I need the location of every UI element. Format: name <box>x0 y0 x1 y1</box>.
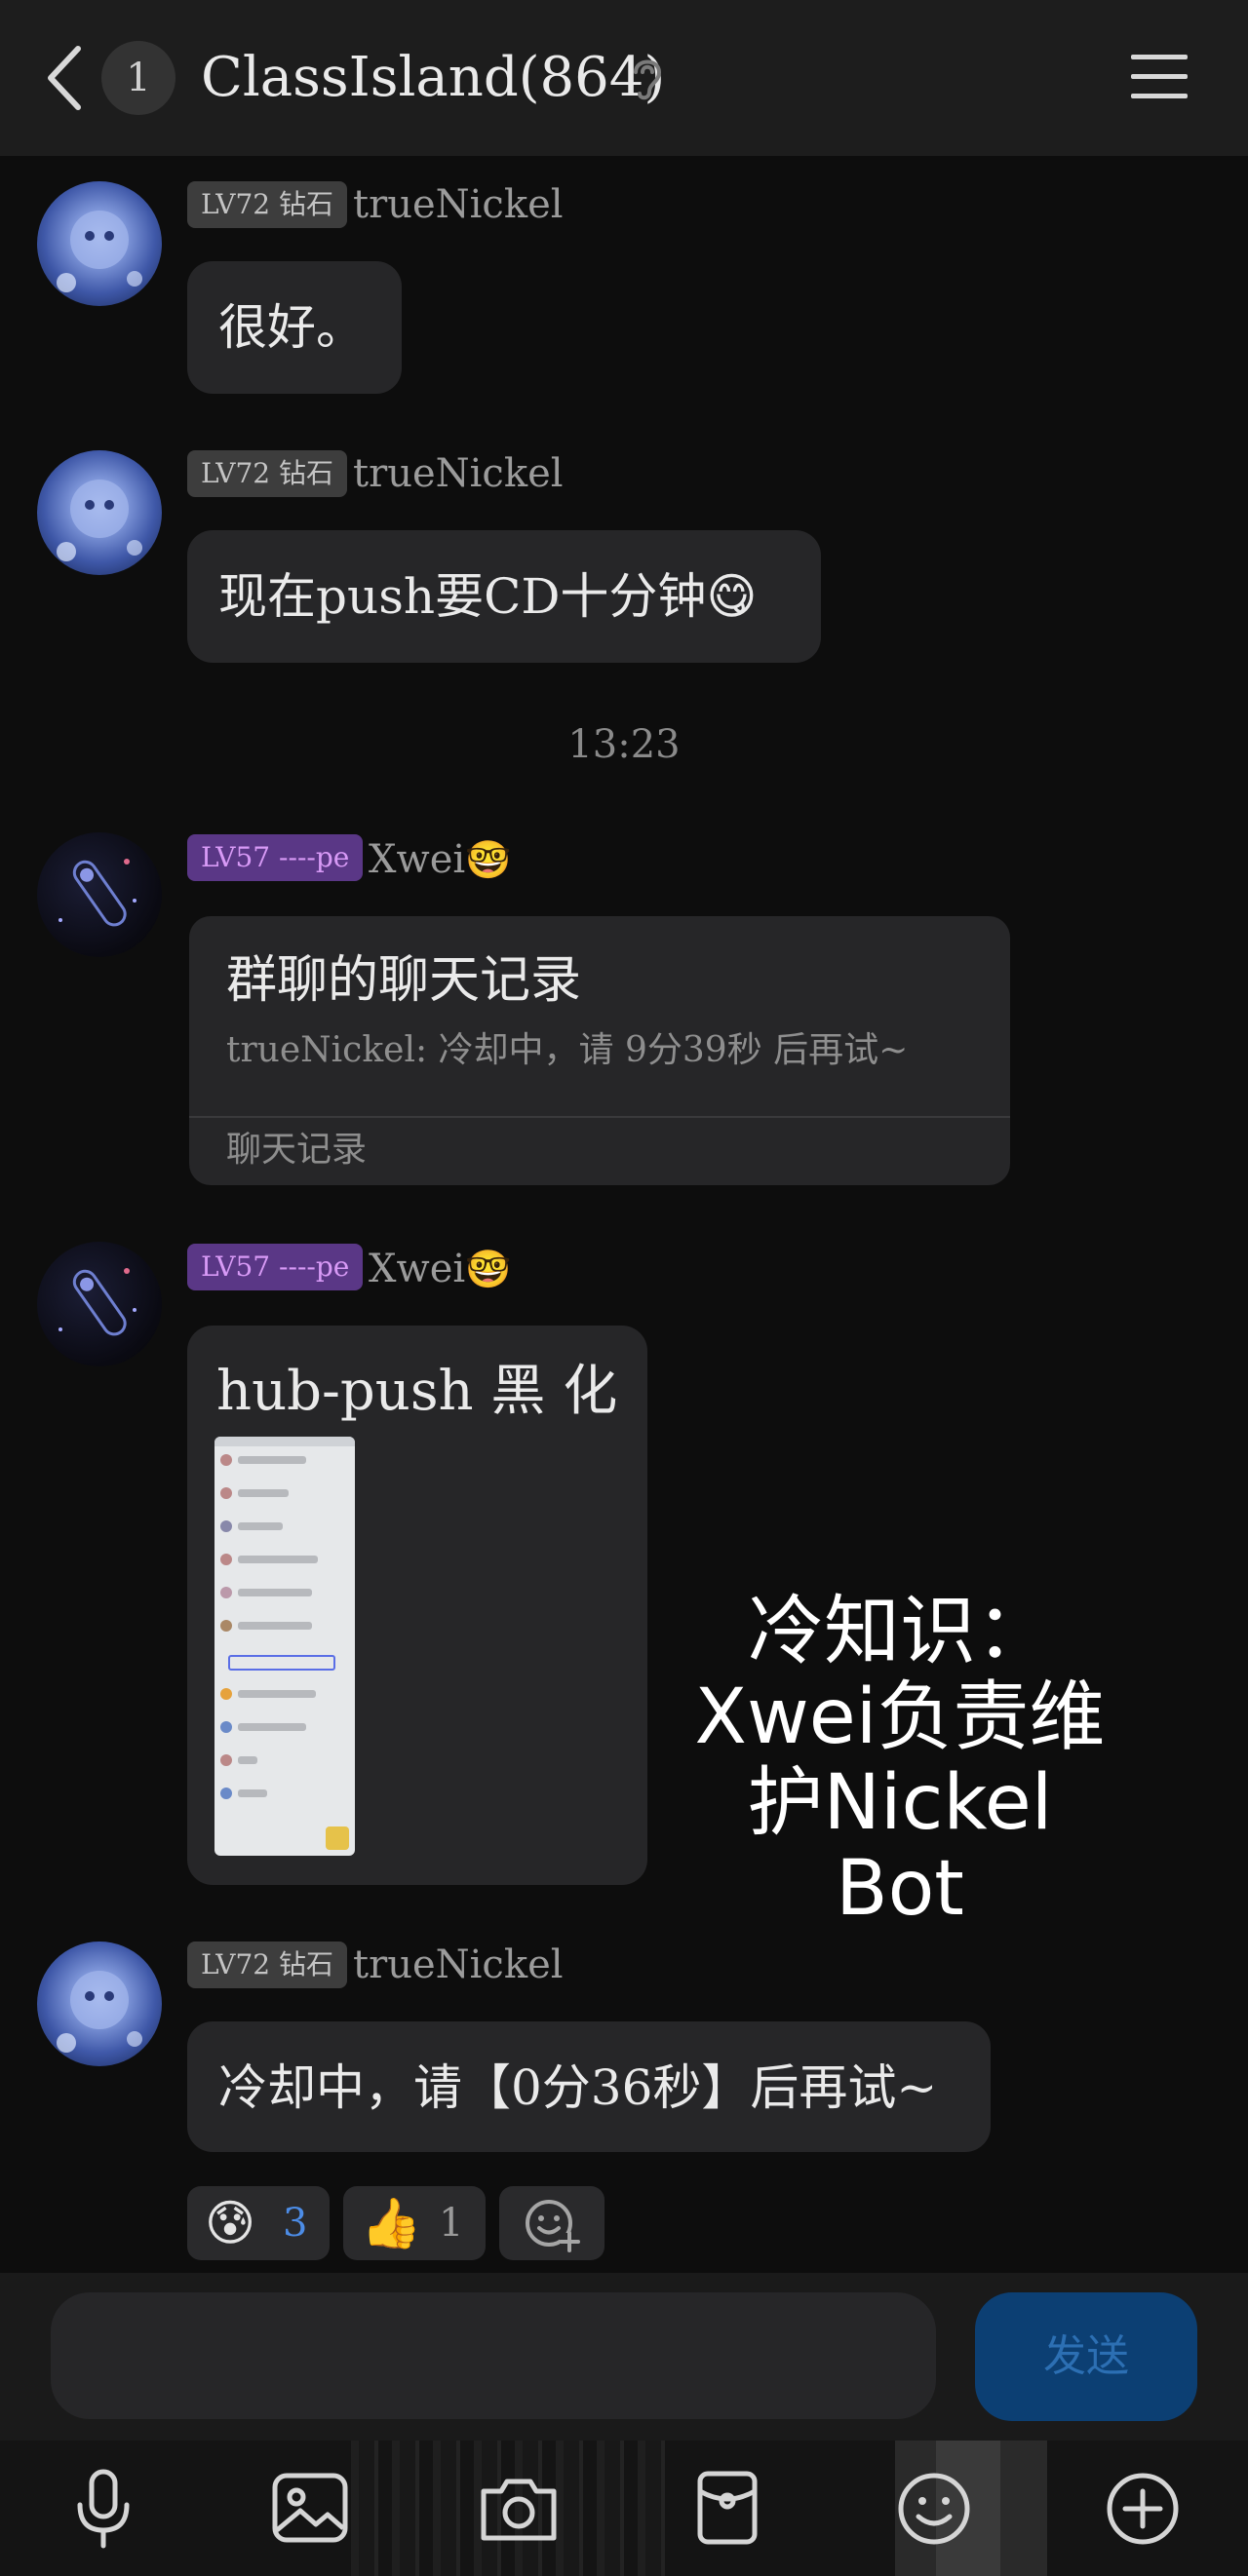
nerd-emoji-icon: 🤓 <box>465 838 512 881</box>
screenshot-thumbnail[interactable] <box>214 1437 355 1856</box>
chat-title[interactable]: ClassIsland(864) <box>201 43 665 113</box>
divider <box>189 1116 1010 1118</box>
send-button[interactable]: 发送 <box>975 2292 1197 2421</box>
sender-name[interactable]: trueNickel <box>353 450 564 497</box>
ear-icon <box>634 59 662 100</box>
level-badge: LV72 钻石 <box>187 181 348 228</box>
avatar[interactable] <box>37 181 162 306</box>
avatar-art-icon <box>57 1971 142 2053</box>
anxious-sweat-emoji-icon: 😰 <box>205 2195 256 2251</box>
forwarded-chat-card[interactable]: 群聊的聊天记录 trueNickel: 冷却中，请 9分39秒 后再试~ 聊天记… <box>189 916 1010 1185</box>
message-input[interactable] <box>51 2292 936 2419</box>
message-bubble[interactable]: 现在push要CD十分钟😋 <box>187 530 821 663</box>
avatar[interactable] <box>37 1942 162 2066</box>
camera-icon[interactable] <box>470 2462 567 2556</box>
level-badge: LV72 钻石 <box>187 450 348 497</box>
level-badge: LV72 钻石 <box>187 1942 348 1988</box>
time-separator: 13:23 <box>567 722 681 767</box>
plus-icon[interactable] <box>1094 2462 1191 2556</box>
image-message-bubble[interactable]: hub-push 黑 化 <box>187 1326 647 1885</box>
yum-emoji-icon: 😋 <box>706 568 758 625</box>
avatar[interactable] <box>37 1242 162 1366</box>
thumbs-up-emoji-icon: 👍 <box>361 2195 422 2251</box>
card-title: 群聊的聊天记录 <box>226 951 582 1010</box>
message-bubble[interactable]: 很好。 <box>187 261 402 394</box>
sender-name[interactable]: trueNickel <box>353 181 564 228</box>
top-bar: 1 ClassIsland(864) <box>0 0 1248 156</box>
message-text: 很好。 <box>218 299 365 356</box>
back-icon[interactable] <box>39 41 88 115</box>
reaction-chip[interactable]: 😰 3 <box>187 2186 330 2260</box>
message-text: 冷却中，请【0分36秒】后再试~ <box>218 2059 938 2116</box>
bottom-toolbar <box>0 2441 1248 2576</box>
avatar[interactable] <box>37 450 162 575</box>
card-footer: 聊天记录 <box>226 1130 368 1170</box>
red-packet-icon[interactable] <box>679 2462 776 2556</box>
emoji-icon[interactable] <box>885 2462 983 2556</box>
input-bar: 发送 <box>0 2273 1248 2441</box>
level-badge: LV57 ----pe <box>187 1244 364 1290</box>
avatar[interactable] <box>37 832 162 957</box>
overlay-annotation: 冷知识：Xwei负责维护Nickel Bot <box>694 1588 1106 1933</box>
microphone-icon[interactable] <box>55 2462 152 2556</box>
reaction-count: 3 <box>283 2201 308 2246</box>
unread-count-badge[interactable]: 1 <box>101 41 176 115</box>
nerd-emoji-icon: 🤓 <box>465 1248 512 1290</box>
message-text: hub-push 黑 化 <box>216 1360 618 1423</box>
sender-name[interactable]: Xwei🤓 <box>369 836 512 883</box>
add-reaction-button[interactable] <box>499 2186 604 2260</box>
avatar-art-icon <box>57 211 142 292</box>
message-text: 现在push要CD十分钟😋 <box>218 568 758 625</box>
reaction-chip[interactable]: 👍 1 <box>343 2186 486 2260</box>
avatar-art-icon <box>58 859 136 927</box>
add-emoji-icon <box>526 2200 580 2252</box>
card-preview: trueNickel: 冷却中，请 9分39秒 后再试~ <box>226 1030 909 1070</box>
sender-name[interactable]: trueNickel <box>353 1942 564 1988</box>
avatar-art-icon <box>57 480 142 561</box>
avatar-art-icon <box>58 1268 136 1336</box>
message-bubble[interactable]: 冷却中，请【0分36秒】后再试~ <box>187 2021 991 2152</box>
image-icon[interactable] <box>261 2462 359 2556</box>
reaction-count: 1 <box>439 2201 464 2246</box>
level-badge: LV57 ----pe <box>187 834 364 881</box>
menu-icon[interactable] <box>1129 49 1190 103</box>
sender-name[interactable]: Xwei🤓 <box>369 1246 512 1292</box>
